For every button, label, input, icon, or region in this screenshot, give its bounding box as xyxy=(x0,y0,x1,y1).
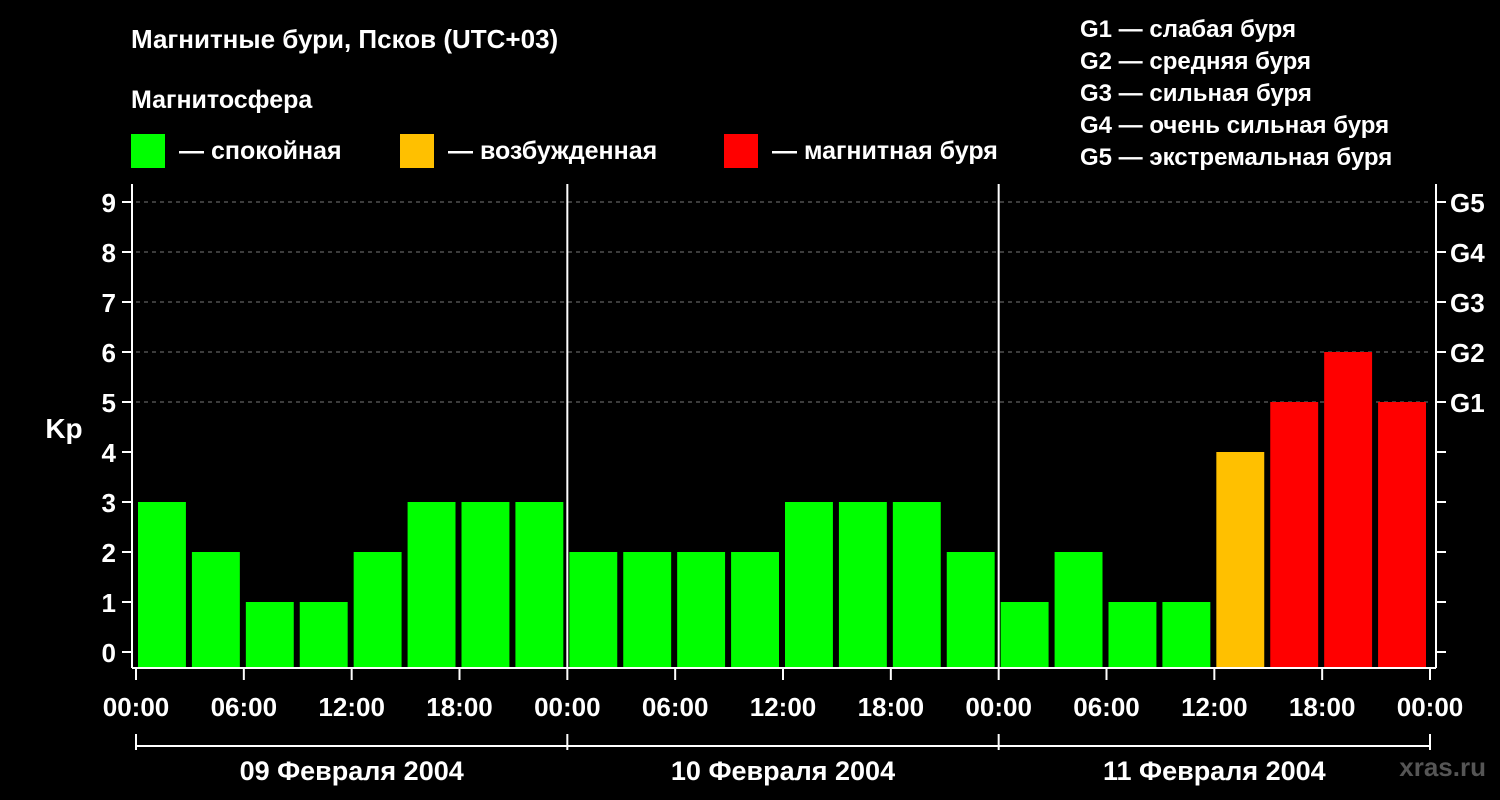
storm-tick-label: G3 xyxy=(1450,288,1485,318)
bar xyxy=(515,502,564,668)
storm-tick-label: G5 xyxy=(1450,188,1485,218)
y-tick-label: 7 xyxy=(102,288,116,318)
x-tick-label: 18:00 xyxy=(1289,692,1356,722)
day-label: 10 Февраля 2004 xyxy=(671,756,895,786)
x-tick-label: 18:00 xyxy=(858,692,925,722)
y-tick-label: 5 xyxy=(102,388,116,418)
bar xyxy=(407,502,456,668)
kp-chart: 0 1 2 3 4 5 6 7 8 9 G1 G2 G3 G4 G5 Kp 00:00 06:00 12:00 18:… xyxy=(45,184,1485,786)
bar xyxy=(1054,552,1103,668)
bar xyxy=(1216,452,1265,668)
x-tick-label: 06:00 xyxy=(1073,692,1140,722)
y-tick-label: 0 xyxy=(102,638,116,668)
x-tick-label: 00:00 xyxy=(1397,692,1464,722)
bar xyxy=(1162,602,1211,668)
bar xyxy=(461,502,510,668)
x-tick-label: 12:00 xyxy=(750,692,817,722)
watermark: xras.ru xyxy=(1399,752,1486,782)
storm-tick-label: G1 xyxy=(1450,388,1485,418)
y-tick-label: 2 xyxy=(102,538,116,568)
bar xyxy=(1108,602,1157,668)
x-tick-label: 06:00 xyxy=(642,692,709,722)
y-tick-label: 4 xyxy=(102,438,117,468)
bar xyxy=(569,552,618,668)
bar xyxy=(1270,402,1319,668)
bar xyxy=(138,502,186,668)
y-tick-label: 8 xyxy=(102,238,116,268)
bar xyxy=(1000,602,1049,668)
bar xyxy=(785,502,833,668)
y-tick-label: 3 xyxy=(102,488,116,518)
x-tick-label: 12:00 xyxy=(318,692,385,722)
bar xyxy=(731,552,779,668)
bar xyxy=(353,552,402,668)
bar xyxy=(892,502,941,668)
x-tick-label: 00:00 xyxy=(534,692,601,722)
bar xyxy=(191,552,240,668)
x-tick-label: 00:00 xyxy=(965,692,1032,722)
y-tick-label: 1 xyxy=(102,588,116,618)
storm-tick-label: G2 xyxy=(1450,338,1485,368)
bar xyxy=(677,552,726,668)
y-tick-label: 9 xyxy=(102,188,116,218)
bar xyxy=(838,502,887,668)
bar xyxy=(1378,402,1426,668)
storm-tick-label: G4 xyxy=(1450,238,1485,268)
y-tick-label: 6 xyxy=(102,338,116,368)
x-tick-label: 12:00 xyxy=(1181,692,1248,722)
day-label: 09 Февраля 2004 xyxy=(240,756,464,786)
bar xyxy=(946,552,995,668)
bar xyxy=(1324,352,1373,668)
bar xyxy=(299,602,348,668)
y-axis-label: Kp xyxy=(45,413,82,444)
day-label: 11 Февраля 2004 xyxy=(1103,756,1326,786)
x-tick-label: 00:00 xyxy=(103,692,170,722)
x-tick-label: 18:00 xyxy=(426,692,493,722)
bar xyxy=(623,552,672,668)
bar xyxy=(245,602,294,668)
x-tick-label: 06:00 xyxy=(211,692,278,722)
